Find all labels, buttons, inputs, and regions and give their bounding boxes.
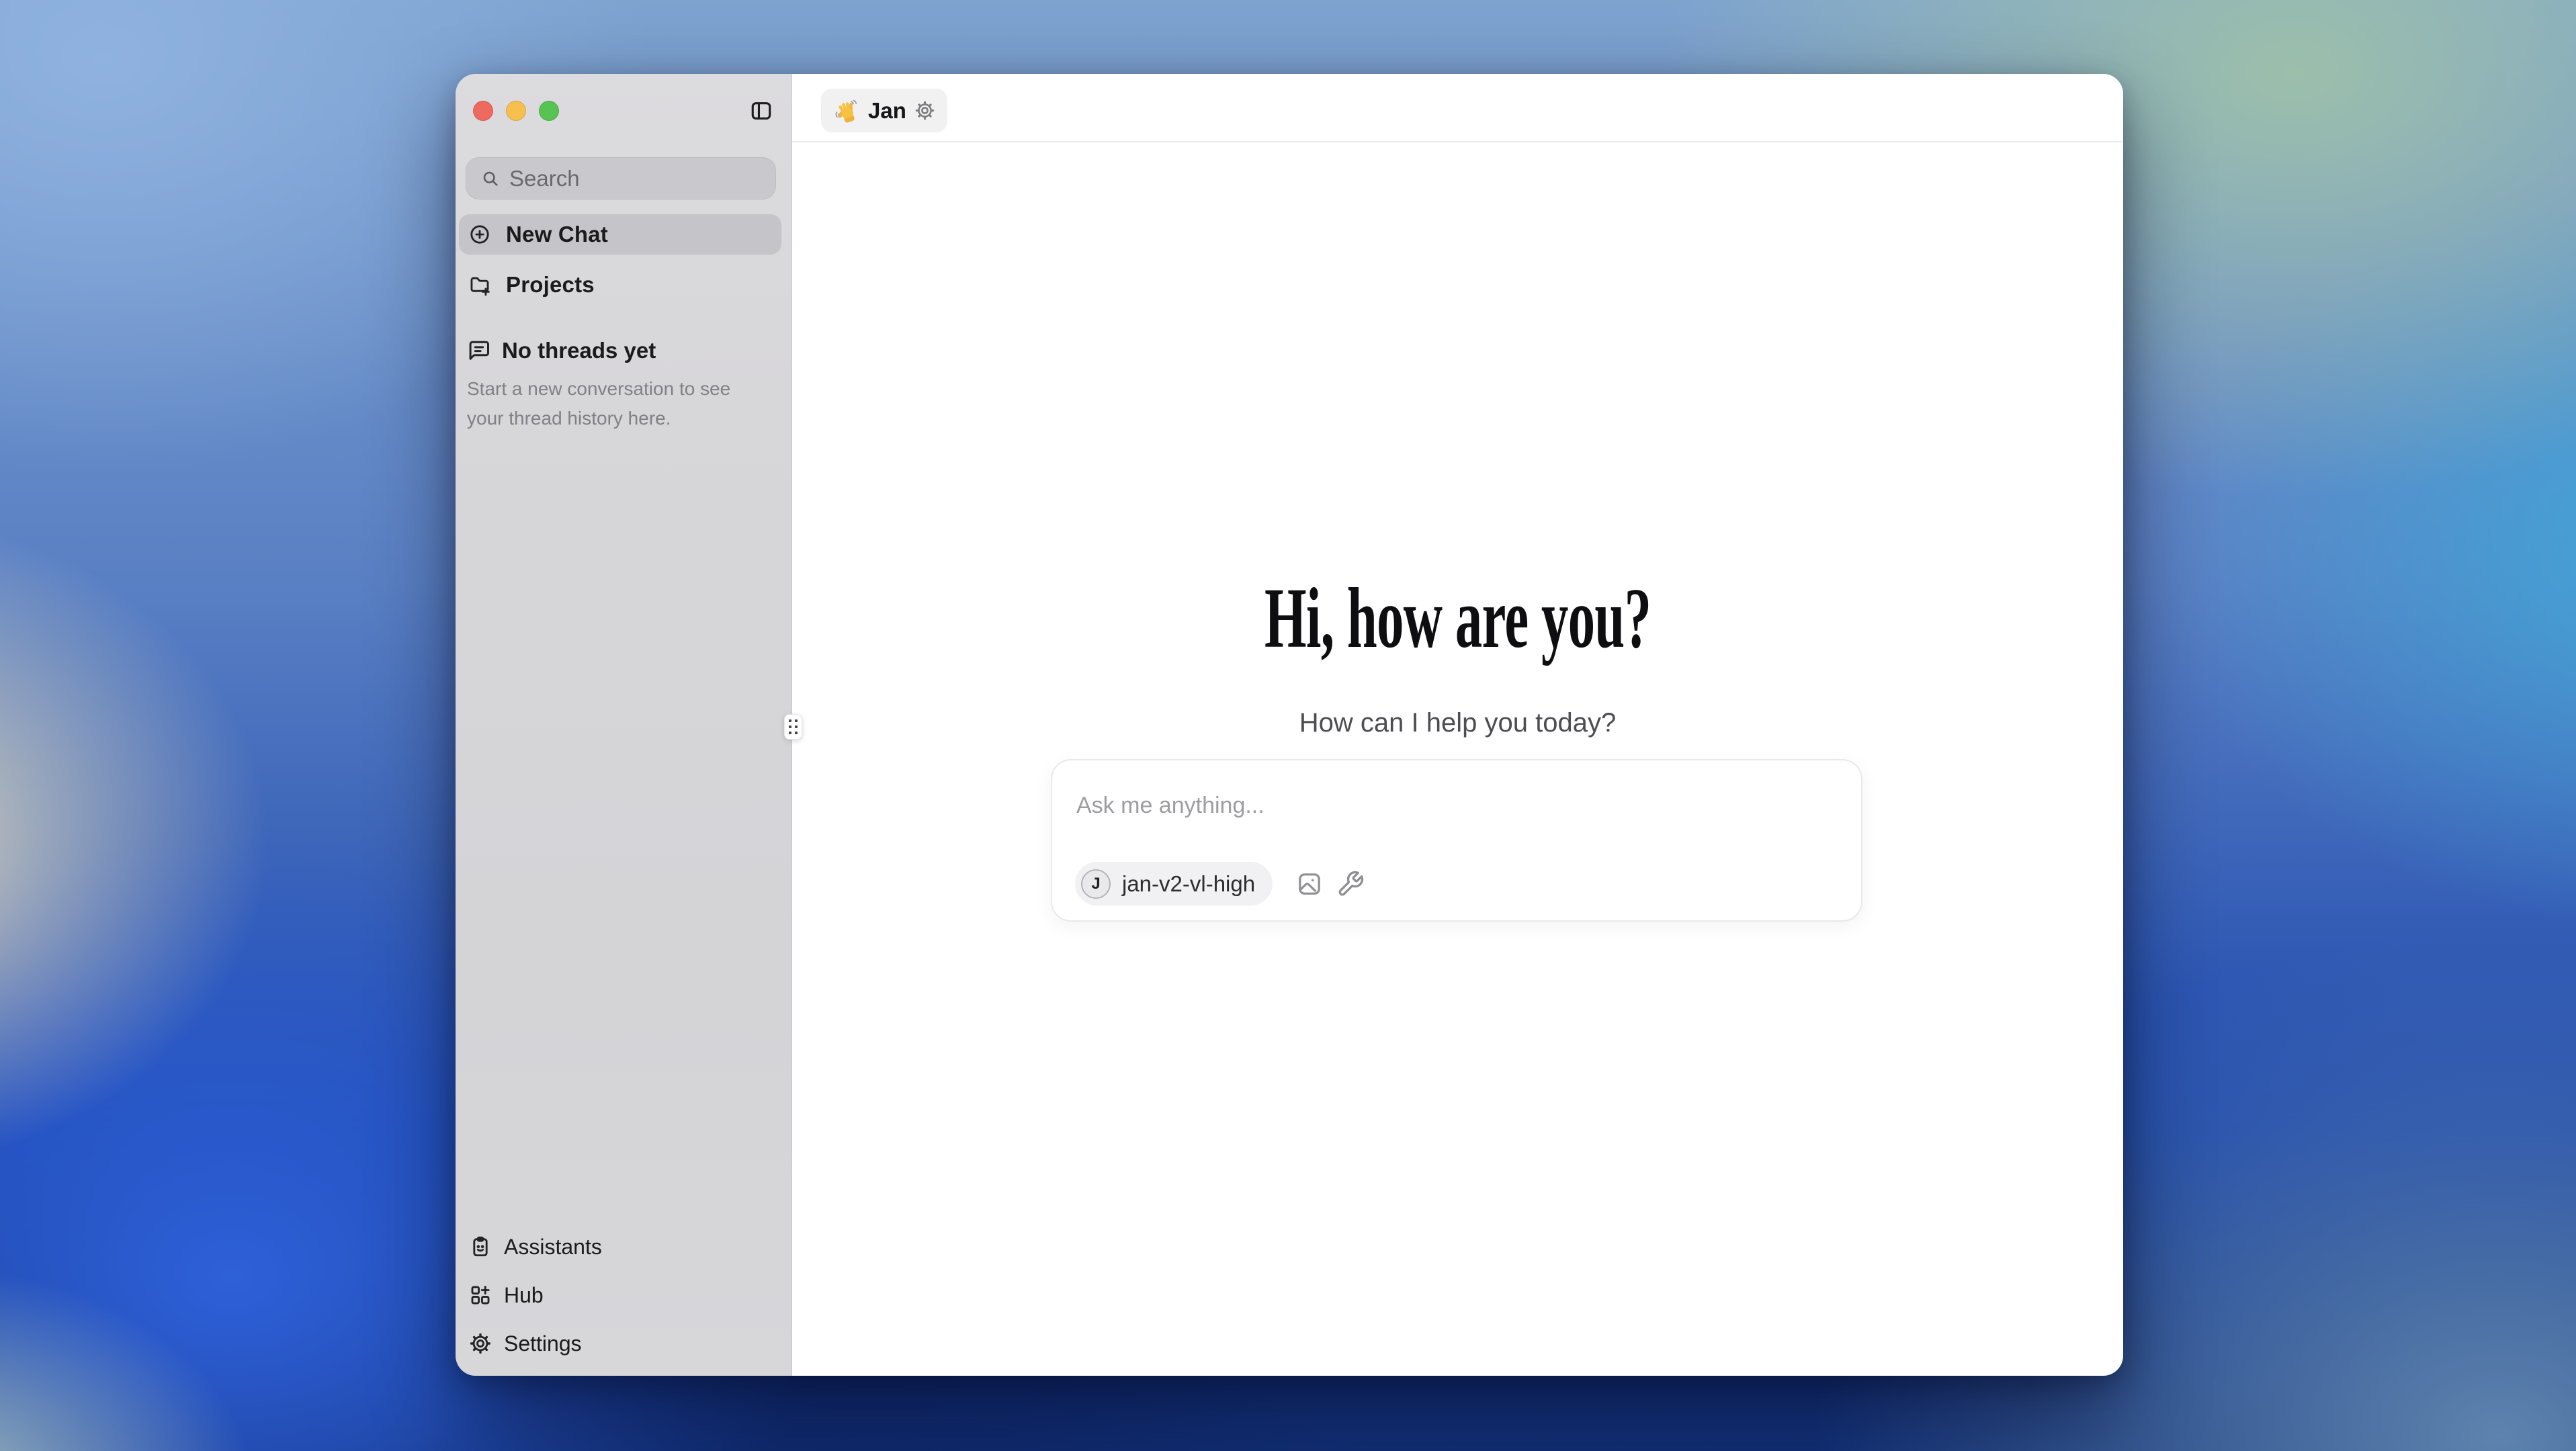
grid-plus-icon [469, 1284, 492, 1307]
model-name: jan-v2-vl-high [1122, 871, 1255, 897]
sidebar-item-new-chat[interactable]: New Chat [459, 214, 781, 255]
threads-empty-state: No threads yet Start a new conversation … [467, 338, 763, 433]
main-header: Jan [792, 74, 2123, 142]
greeting-subtitle: How can I help you today? [792, 708, 2123, 738]
clipboard-smile-icon [469, 1235, 492, 1258]
search-placeholder: Search [509, 166, 580, 191]
message-input[interactable]: Ask me anything... [1076, 793, 1264, 819]
sidebar-item-label: Settings [504, 1331, 582, 1356]
sidebar-item-label: New Chat [506, 222, 608, 247]
chat-main-area: Jan [792, 74, 2123, 1376]
wrench-icon [1336, 870, 1365, 898]
model-selector[interactable]: J jan-v2-vl-high [1075, 862, 1273, 906]
window-controls [473, 101, 559, 121]
minimize-window-button[interactable] [506, 101, 526, 121]
sidebar-nav: New Chat Projects [459, 214, 781, 315]
message-bubble-icon [467, 339, 491, 363]
app-title: Jan [868, 98, 906, 124]
sidebar-footer: Assistants Hub [456, 1223, 791, 1368]
composer-toolbar: J jan-v2-vl-high [1075, 862, 1365, 906]
panel-left-icon [750, 99, 773, 122]
sidebar-item-hub[interactable]: Hub [456, 1271, 791, 1319]
sidebar: Search New Chat [456, 74, 792, 1376]
sidebar-item-label: Projects [506, 272, 595, 298]
search-icon [481, 169, 500, 188]
jan-app-window: Search New Chat [456, 74, 2123, 1376]
sidebar-resize-handle[interactable] [784, 714, 802, 740]
image-icon [1296, 871, 1323, 897]
close-window-button[interactable] [473, 101, 493, 121]
threads-empty-title: No threads yet [502, 338, 656, 363]
circle-plus-icon [468, 223, 491, 246]
sidebar-toggle-button[interactable] [750, 99, 773, 122]
tools-button[interactable] [1336, 870, 1365, 898]
search-input[interactable]: Search [466, 157, 776, 200]
zoom-window-button[interactable] [539, 101, 559, 121]
sidebar-item-assistants[interactable]: Assistants [456, 1223, 791, 1271]
sidebar-item-label: Assistants [504, 1235, 602, 1260]
greeting-title: Hi, how are you? [792, 575, 2123, 661]
gear-icon [469, 1332, 492, 1355]
folder-plus-icon [468, 273, 491, 296]
threads-empty-description: Start a new conversation to see your thr… [467, 374, 755, 433]
sidebar-item-projects[interactable]: Projects [459, 265, 781, 305]
assistant-selector[interactable]: Jan [821, 89, 947, 132]
gear-icon[interactable] [914, 100, 935, 121]
waving-hand-icon [833, 97, 860, 124]
attach-image-button[interactable] [1296, 871, 1323, 897]
sidebar-item-settings[interactable]: Settings [456, 1319, 791, 1368]
composer: Ask me anything... J jan-v2-vl-high [1051, 759, 1862, 922]
sidebar-item-label: Hub [504, 1283, 544, 1308]
model-avatar: J [1081, 869, 1111, 899]
